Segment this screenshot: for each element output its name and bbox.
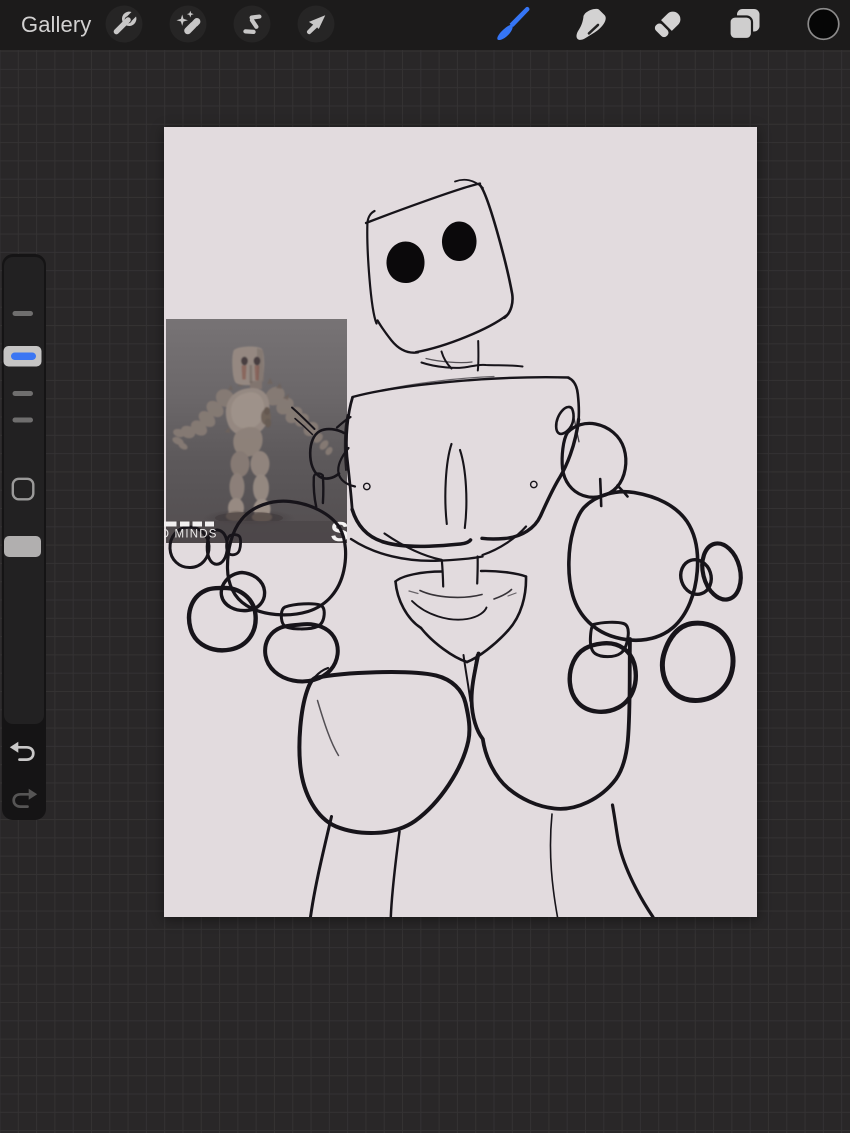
svg-text:O MINDS: O MINDS [164, 529, 218, 541]
